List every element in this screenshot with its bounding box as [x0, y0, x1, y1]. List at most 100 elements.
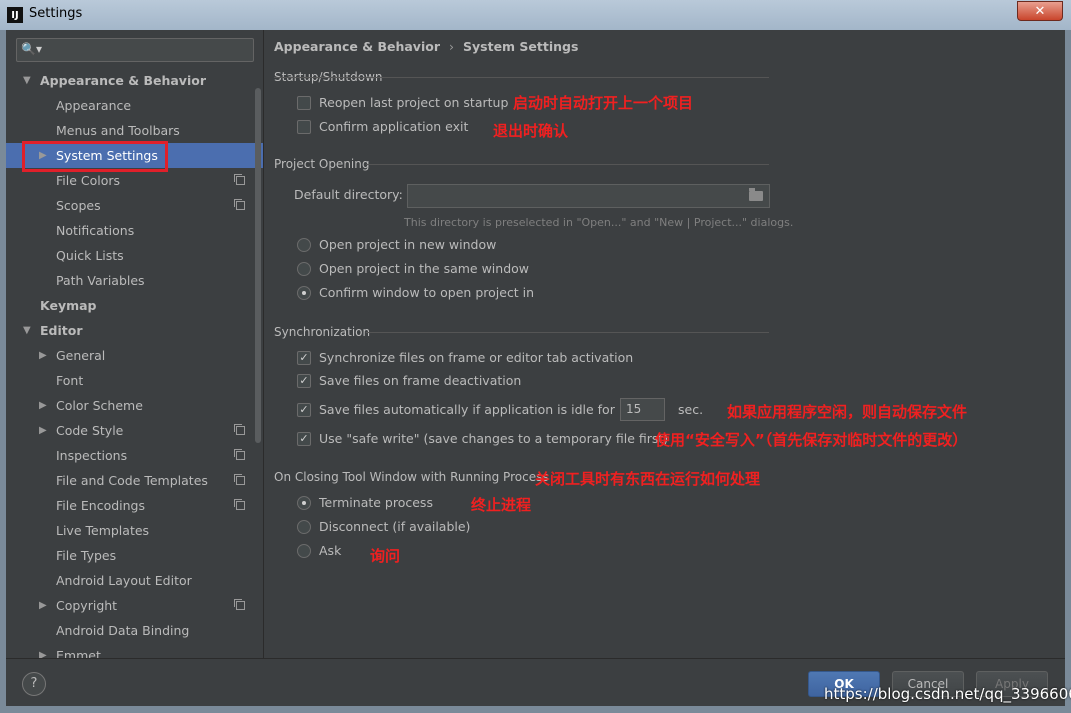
sidebar-item-appearance[interactable]: Appearance: [6, 93, 263, 118]
sidebar-item-android-data-binding[interactable]: Android Data Binding: [6, 618, 263, 643]
sidebar-item-inspections[interactable]: Inspections: [6, 443, 263, 468]
breadcrumb: Appearance & Behavior › System Settings: [274, 39, 578, 54]
sidebar-item-file-types[interactable]: File Types: [6, 543, 263, 568]
sidebar-item-label: Emmet: [56, 648, 101, 658]
sidebar-item-menus-and-toolbars[interactable]: Menus and Toolbars: [6, 118, 263, 143]
sidebar-item-label: Copyright: [56, 598, 118, 613]
settings-search-box[interactable]: 🔍▾: [16, 38, 254, 62]
sidebar-item-color-scheme[interactable]: ▶ Color Scheme: [6, 393, 263, 418]
reopen-last-project-label: Reopen last project on startup: [319, 95, 509, 110]
terminate-process-radio[interactable]: [297, 496, 311, 510]
project-copy-icon: [234, 199, 245, 210]
sidebar-item-path-variables[interactable]: Path Variables: [6, 268, 263, 293]
collapse-arrow-icon[interactable]: ▶: [39, 343, 47, 368]
idle-seconds-unit: sec.: [678, 402, 704, 417]
confirm-exit-checkbox[interactable]: [297, 120, 311, 134]
sidebar-item-quick-lists[interactable]: Quick Lists: [6, 243, 263, 268]
default-directory-label: Default directory:: [294, 187, 403, 202]
sidebar-item-scopes[interactable]: Scopes: [6, 193, 263, 218]
sidebar-scrollbar[interactable]: [255, 88, 261, 443]
sidebar-item-label: File Types: [56, 548, 117, 563]
sidebar-item-label: Path Variables: [56, 273, 145, 288]
idle-seconds-input[interactable]: 15: [620, 398, 665, 421]
sidebar-item-emmet[interactable]: ▶ Emmet: [6, 643, 263, 658]
sidebar-item-label: Scopes: [56, 198, 101, 213]
help-button[interactable]: ?: [22, 672, 46, 696]
sidebar-item-notifications[interactable]: Notifications: [6, 218, 263, 243]
sidebar-item-keymap[interactable]: Keymap: [6, 293, 263, 318]
sidebar-item-android-layout-editor[interactable]: Android Layout Editor: [6, 568, 263, 593]
project-copy-icon: [234, 449, 245, 460]
project-copy-icon: [234, 499, 245, 510]
sidebar-item-file-and-code-templates[interactable]: File and Code Templates: [6, 468, 263, 493]
sidebar-item-file-encodings[interactable]: File Encodings: [6, 493, 263, 518]
terminate-annotation: 终止进程: [471, 496, 532, 514]
reopen-last-project-checkbox[interactable]: [297, 96, 311, 110]
sidebar-item-copyright[interactable]: ▶ Copyright: [6, 593, 263, 618]
disconnect-radio[interactable]: [297, 520, 311, 534]
title-bar: IJ Settings ✕: [0, 0, 1071, 30]
ask-radio[interactable]: [297, 544, 311, 558]
intellij-app-icon: IJ: [7, 7, 23, 23]
sidebar-item-editor[interactable]: ▼ Editor: [6, 318, 263, 343]
collapse-arrow-icon[interactable]: ▶: [39, 418, 47, 443]
sync-section-divider: [366, 332, 769, 333]
save-idle-label: Save files automatically if application …: [319, 402, 615, 417]
ask-label: Ask: [319, 543, 342, 558]
collapse-arrow-icon[interactable]: ▶: [39, 393, 47, 418]
confirm-window-radio[interactable]: [297, 286, 311, 300]
collapse-arrow-icon[interactable]: ▶: [39, 593, 47, 618]
sidebar-item-label: Code Style: [56, 423, 124, 438]
sync-frame-activation-checkbox[interactable]: ✓: [297, 351, 311, 365]
open-new-window-label: Open project in new window: [319, 237, 497, 252]
project-copy-icon: [234, 474, 245, 485]
project-copy-icon: [234, 424, 245, 435]
default-directory-field[interactable]: [407, 184, 770, 208]
startup-section-divider: [274, 77, 769, 78]
settings-search-input[interactable]: [43, 41, 248, 59]
safe-write-label: Use "safe write" (save changes to a temp…: [319, 431, 669, 446]
project-copy-icon: [234, 599, 245, 610]
project-opening-section-title: Project Opening: [274, 157, 370, 171]
sidebar-item-label: File and Code Templates: [56, 473, 208, 488]
collapse-arrow-icon[interactable]: ▶: [39, 643, 47, 658]
expand-arrow-icon[interactable]: ▼: [23, 68, 31, 93]
settings-frame: 🔍▾ ▼ Appearance & Behavior Appearance Menus…: [6, 30, 1071, 706]
sidebar-item-label: Keymap: [40, 298, 97, 313]
dialog-footer: ? OK Cancel Apply https://blog.csdn.net/…: [6, 658, 1071, 706]
save-frame-deactivation-checkbox[interactable]: ✓: [297, 374, 311, 388]
sidebar-item-label: Font: [56, 373, 84, 388]
project-opening-section-divider: [366, 164, 769, 165]
save-idle-checkbox[interactable]: ✓: [297, 403, 311, 417]
sidebar-item-label: Quick Lists: [56, 248, 124, 263]
default-directory-hint: This directory is preselected in "Open..…: [404, 216, 794, 229]
window-close-button[interactable]: ✕: [1017, 1, 1063, 21]
save-idle-annotation: 如果应用程序空闲，则自动保存文件: [727, 403, 968, 421]
sidebar-item-label: Android Data Binding: [56, 623, 190, 638]
window-title: Settings: [29, 6, 83, 21]
sidebar-item-general[interactable]: ▶ General: [6, 343, 263, 368]
expand-arrow-icon[interactable]: ▼: [23, 318, 31, 343]
browse-folder-icon[interactable]: [749, 188, 763, 201]
closing-annotation: 关闭工具时有东西在运行如何处理: [535, 470, 761, 488]
breadcrumb-separator: ›: [449, 39, 454, 54]
sidebar-item-label: Color Scheme: [56, 398, 143, 413]
sync-section-title: Synchronization: [274, 325, 371, 339]
confirm-exit-annotation: 退出时确认: [493, 122, 569, 140]
settings-main-panel: Appearance & Behavior › System Settings St…: [264, 30, 1065, 658]
sidebar-item-live-templates[interactable]: Live Templates: [6, 518, 263, 543]
closing-section-title: On Closing Tool Window with Running Proc…: [274, 470, 549, 484]
sidebar-item-font[interactable]: Font: [6, 368, 263, 393]
confirm-exit-label: Confirm application exit: [319, 119, 469, 134]
terminate-process-label: Terminate process: [319, 495, 433, 510]
open-new-window-radio[interactable]: [297, 238, 311, 252]
sidebar-item-label: Android Layout Editor: [56, 573, 192, 588]
settings-window: IJ Settings ✕ 🔍▾ ▼ Appearance & Behavior A…: [0, 0, 1071, 713]
breadcrumb-parent: Appearance & Behavior: [274, 39, 440, 54]
sidebar-item-code-style[interactable]: ▶ Code Style: [6, 418, 263, 443]
sidebar-item-appearance-behavior[interactable]: ▼ Appearance & Behavior: [6, 68, 263, 93]
open-same-window-radio[interactable]: [297, 262, 311, 276]
sidebar-item-label: Inspections: [56, 448, 128, 463]
save-frame-deactivation-label: Save files on frame deactivation: [319, 373, 522, 388]
safe-write-checkbox[interactable]: ✓: [297, 432, 311, 446]
